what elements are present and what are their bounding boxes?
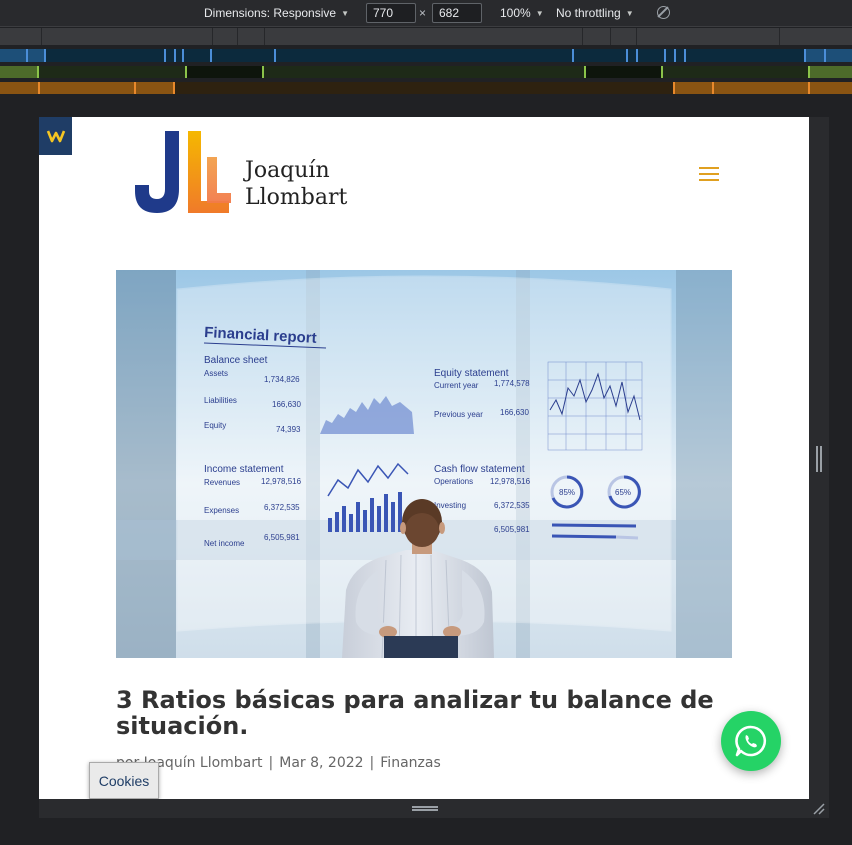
dimensions-dropdown[interactable]: Dimensions: Responsive ▼ bbox=[204, 6, 349, 20]
hero-operations: Operations bbox=[434, 477, 473, 486]
logo-line2: Llombart bbox=[245, 185, 348, 210]
media-query-bar-blue[interactable] bbox=[0, 49, 852, 62]
chevron-down-icon: ▼ bbox=[625, 8, 634, 18]
hero-current-year-value: 1,774,578 bbox=[494, 379, 530, 388]
hero-balance-sheet: Balance sheet bbox=[204, 355, 268, 366]
viewport-width-input[interactable] bbox=[366, 3, 416, 23]
hero-cash-flow: Cash flow statement bbox=[434, 464, 525, 475]
hero-previous-year: Previous year bbox=[434, 410, 483, 419]
hero-expenses-value: 6,372,535 bbox=[264, 503, 300, 512]
throttling-dropdown[interactable]: No throttling ▼ bbox=[556, 6, 634, 20]
media-query-bar-orange[interactable] bbox=[0, 82, 852, 94]
w-logo-icon bbox=[46, 130, 65, 143]
post-meta: por Joaquín Llombart | Mar 8, 2022 | Finanza… bbox=[116, 755, 441, 771]
post-date: Mar 8, 2022 bbox=[279, 755, 364, 771]
hero-assets: Assets bbox=[204, 369, 228, 378]
devtools-device-toolbar: Dimensions: Responsive ▼ × 100% ▼ No thr… bbox=[0, 0, 852, 27]
wordpress-badge[interactable] bbox=[39, 117, 72, 155]
meta-separator: | bbox=[268, 755, 274, 771]
hero-equity-value: 74,393 bbox=[276, 425, 301, 434]
hero-assets-value: 1,734,826 bbox=[264, 375, 300, 384]
cookies-button[interactable]: Cookies bbox=[89, 762, 159, 799]
media-query-bar-gray bbox=[0, 28, 852, 45]
hero-net-income: Net income bbox=[204, 539, 245, 548]
throttling-label: No throttling bbox=[556, 6, 621, 20]
viewport-height-input[interactable] bbox=[432, 3, 482, 23]
dimensions-label: Dimensions: Responsive bbox=[204, 6, 337, 20]
meta-separator: | bbox=[369, 755, 375, 771]
hero-investing: Investing bbox=[434, 501, 466, 510]
zoom-label: 100% bbox=[500, 6, 531, 20]
chevron-down-icon: ▼ bbox=[535, 8, 544, 18]
hero-expenses: Expenses bbox=[204, 506, 239, 515]
hero-revenues: Revenues bbox=[204, 478, 240, 487]
media-query-bar-green[interactable] bbox=[0, 66, 852, 78]
hamburger-icon[interactable] bbox=[699, 167, 719, 181]
times-symbol: × bbox=[419, 6, 427, 20]
hero-previous-year-value: 166,630 bbox=[500, 408, 529, 417]
hero-cf-total-value: 6,505,981 bbox=[494, 525, 530, 534]
site-name[interactable]: Joaquín Llombart bbox=[245, 157, 347, 211]
hero-income-statement: Income statement bbox=[204, 464, 284, 475]
corner-resize-icon[interactable] bbox=[812, 802, 826, 816]
chevron-down-icon: ▼ bbox=[341, 8, 349, 18]
post-title[interactable]: 3 Ratios básicas para analizar tu balanc… bbox=[116, 687, 716, 739]
hero-image[interactable]: Financial report Balance sheet Assets 1,… bbox=[116, 270, 732, 658]
hero-investing-value: 6,372,535 bbox=[494, 501, 530, 510]
website-page: Joaquín Llombart Financial report Balanc… bbox=[39, 117, 809, 799]
jl-logo-icon bbox=[135, 131, 231, 213]
hero-operations-value: 12,978,516 bbox=[490, 477, 531, 486]
rotate-icon[interactable] bbox=[657, 6, 670, 19]
post-category[interactable]: Finanzas bbox=[380, 755, 440, 771]
whatsapp-icon bbox=[735, 725, 767, 757]
zoom-dropdown[interactable]: 100% ▼ bbox=[500, 6, 544, 20]
whatsapp-button[interactable] bbox=[721, 711, 781, 771]
right-resize-handle-icon[interactable] bbox=[816, 446, 822, 472]
hero-net-income-value: 6,505,981 bbox=[264, 533, 300, 542]
hero-revenues-value: 12,978,516 bbox=[261, 477, 302, 486]
hero-liabilities-value: 166,630 bbox=[272, 400, 301, 409]
hero-donut1: 85% bbox=[559, 488, 575, 497]
logo-line1: Joaquín bbox=[245, 158, 330, 183]
hero-equity: Equity bbox=[204, 421, 226, 430]
hero-liabilities: Liabilities bbox=[204, 396, 237, 405]
hero-current-year: Current year bbox=[434, 381, 479, 390]
bottom-resize-handle-icon[interactable] bbox=[412, 806, 438, 811]
hero-donut2: 65% bbox=[615, 488, 631, 497]
hero-equity-statement: Equity statement bbox=[434, 368, 509, 379]
